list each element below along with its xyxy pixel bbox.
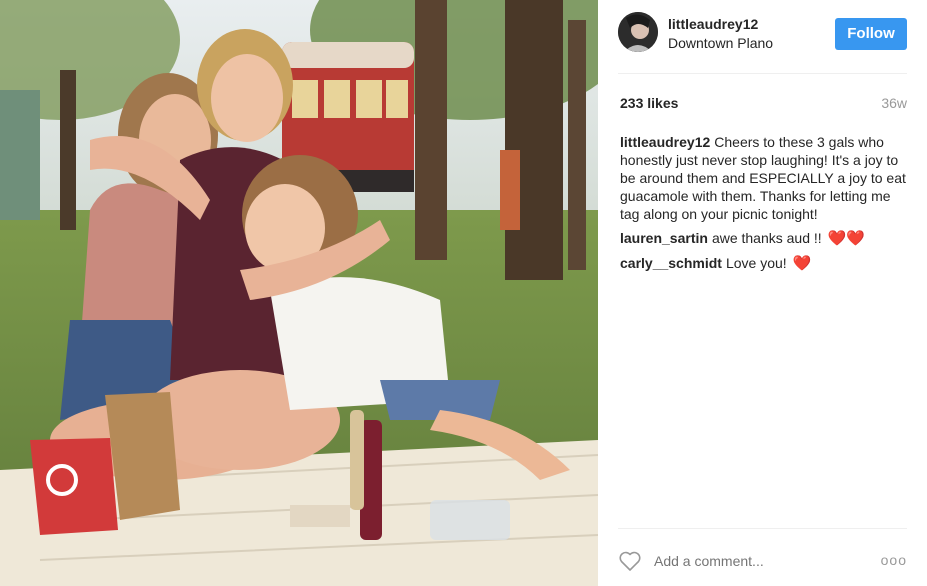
post-photo[interactable] (0, 0, 598, 586)
heart-emoji-icon: ❤️ (792, 255, 812, 272)
avatar[interactable] (618, 12, 658, 52)
comment-text: awe thanks aud !! (711, 230, 822, 246)
header-divider (618, 73, 907, 74)
heart-emoji-icon: ❤️❤️ (827, 230, 865, 247)
heart-outline-icon[interactable] (618, 550, 642, 572)
footer-divider (618, 528, 907, 529)
post-location[interactable]: Downtown Plano (668, 35, 773, 51)
comment-bar: ooo (618, 544, 907, 578)
comments-list: littleaudrey12 Cheers to these 3 gals who… (620, 133, 910, 279)
comment-item: lauren_sartin awe thanks aud !! ❤️❤️ (620, 229, 910, 248)
likes-count[interactable]: 233 likes (620, 95, 678, 111)
more-options-icon[interactable]: ooo (881, 552, 907, 568)
post-username[interactable]: littleaudrey12 (668, 16, 758, 32)
post-details-panel: littleaudrey12 Downtown Plano Follow 233… (598, 0, 927, 586)
photo-illustration (0, 0, 598, 586)
comment-username[interactable]: lauren_sartin (620, 230, 708, 246)
avatar-image (618, 12, 658, 52)
comment-item: carly__schmidt Love you! ❤️ (620, 254, 910, 273)
post-age[interactable]: 36w (881, 95, 907, 111)
comment-username[interactable]: carly__schmidt (620, 255, 722, 271)
add-comment-input[interactable] (654, 550, 864, 572)
caption: littleaudrey12 Cheers to these 3 gals who… (620, 133, 910, 223)
caption-username[interactable]: littleaudrey12 (620, 134, 710, 150)
comment-text: Love you! (725, 255, 787, 271)
follow-button[interactable]: Follow (835, 18, 907, 50)
post-header: littleaudrey12 Downtown Plano Follow (618, 12, 907, 56)
